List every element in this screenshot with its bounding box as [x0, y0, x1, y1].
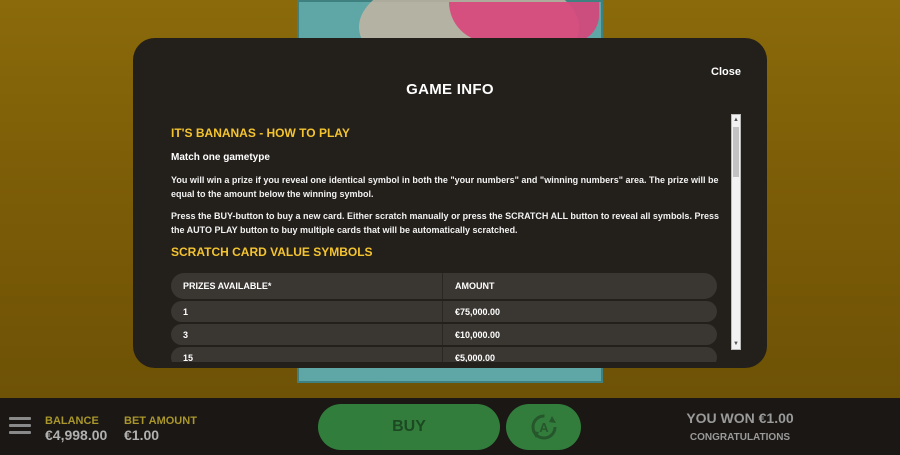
congratulations-text: CONGRATULATIONS: [689, 432, 791, 443]
value-symbols-heading: SCRATCH CARD VALUE SYMBOLS: [171, 245, 373, 259]
table-cell-prizes: 1: [171, 301, 443, 322]
bet-amount-label: BET AMOUNT: [124, 415, 197, 427]
win-amount: YOU WON €1.00: [686, 410, 794, 426]
rules-paragraph-1: You will win a prize if you reveal one i…: [171, 175, 719, 199]
gametype-subheading: Match one gametype: [171, 152, 270, 163]
table-header-amount: AMOUNT: [455, 281, 495, 291]
table-row: 3 €10,000.00: [171, 324, 717, 345]
how-to-play-heading: IT'S BANANAS - HOW TO PLAY: [171, 126, 350, 140]
table-cell-amount: €75,000.00: [455, 306, 501, 317]
menu-icon[interactable]: [9, 417, 31, 435]
table-header-row: PRIZES AVAILABLE* AMOUNT: [171, 273, 717, 299]
table-row: 1 €75,000.00: [171, 301, 717, 322]
table-row: 15 €5,000.00: [171, 347, 717, 362]
bet-amount-value[interactable]: €1.00: [124, 427, 159, 443]
svg-text:A: A: [539, 420, 549, 435]
modal-scrollbar[interactable]: ▲ ▼: [731, 114, 741, 350]
buy-button[interactable]: BUY: [318, 404, 500, 450]
game-info-modal: GAME INFO Close IT'S BANANAS - HOW TO PL…: [133, 38, 767, 368]
info-content[interactable]: IT'S BANANAS - HOW TO PLAY Match one gam…: [171, 126, 731, 362]
bottom-bar: BALANCE €4,998.00 BET AMOUNT €1.00 BUY A…: [0, 398, 900, 455]
balance-label: BALANCE: [45, 415, 99, 427]
modal-title: GAME INFO: [406, 81, 494, 98]
autoplay-button[interactable]: A: [506, 404, 581, 450]
prize-table: PRIZES AVAILABLE* AMOUNT 1 €75,000.00 3 …: [171, 273, 717, 362]
scroll-thumb[interactable]: [733, 127, 739, 177]
scroll-down-icon[interactable]: ▼: [732, 339, 740, 349]
close-button[interactable]: Close: [711, 66, 741, 78]
table-cell-amount: €5,000.00: [455, 352, 496, 363]
table-cell-amount: €10,000.00: [455, 329, 501, 340]
rules-paragraph-2: Press the BUY-button to buy a new card. …: [171, 211, 719, 235]
table-header-prizes: PRIZES AVAILABLE*: [171, 273, 443, 299]
table-cell-prizes: 3: [171, 324, 443, 345]
scroll-up-icon[interactable]: ▲: [732, 115, 740, 125]
table-cell-prizes: 15: [171, 347, 443, 362]
autoplay-icon: A: [531, 414, 556, 440]
balance-value: €4,998.00: [45, 427, 108, 443]
